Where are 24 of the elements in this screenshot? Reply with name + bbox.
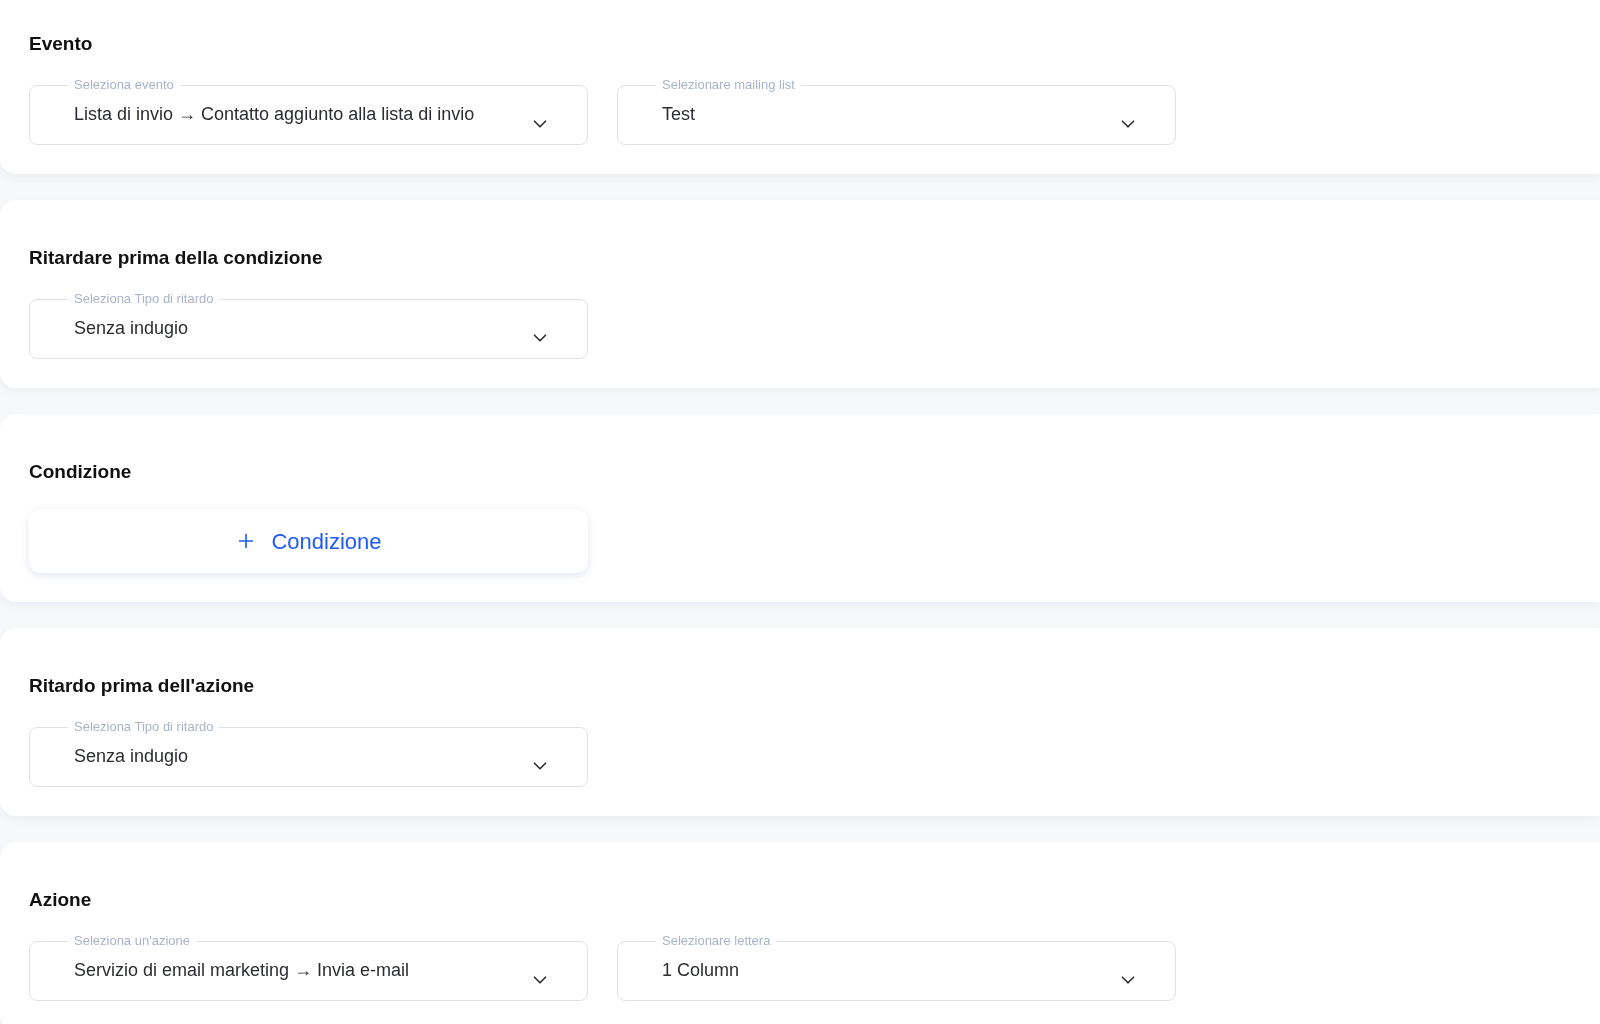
section-title: Azione [29, 888, 93, 912]
field-label: Selezionare mailing list [661, 77, 796, 93]
select-field[interactable]: Selezionare lettera 1 Column [617, 933, 1176, 1001]
section-title: Ritardare prima della condizione [29, 246, 324, 270]
select-value: Senza indugio [74, 317, 189, 340]
select-value: Senza indugio [74, 745, 189, 768]
select-value: 1 Column [662, 959, 740, 982]
select-field[interactable]: Seleziona Tipo di ritardo Senza indugio [29, 719, 588, 787]
section-title: Condizione [29, 460, 133, 484]
field-label: Seleziona evento [73, 77, 175, 93]
select-field[interactable]: Selezionare mailing list Test [617, 77, 1176, 145]
section-title: Ritardo prima dell'azione [29, 674, 256, 698]
select-value: Lista di invio → Contatto aggiunto alla lista di invio [74, 103, 475, 126]
field-label: Selezionare lettera [661, 933, 772, 949]
select-value: Test [662, 103, 695, 126]
add-condition-button[interactable]: Condizione [29, 509, 588, 573]
field-label: Seleziona Tipo di ritardo [73, 719, 215, 735]
section-title: Evento [29, 32, 94, 56]
select-field[interactable]: Seleziona evento Lista di invio → Contatto aggiunto alla lista di invio [29, 77, 588, 145]
field-label: Seleziona un'azione [73, 933, 191, 949]
field-label: Seleziona Tipo di ritardo [73, 291, 215, 307]
select-value: Servizio di email marketing → Invia e-mail [74, 959, 410, 982]
select-field[interactable]: Seleziona un'azione Servizio di email marketing → Invia e-mail [29, 933, 588, 1001]
select-field[interactable]: Seleziona Tipo di ritardo Senza indugio [29, 291, 588, 359]
